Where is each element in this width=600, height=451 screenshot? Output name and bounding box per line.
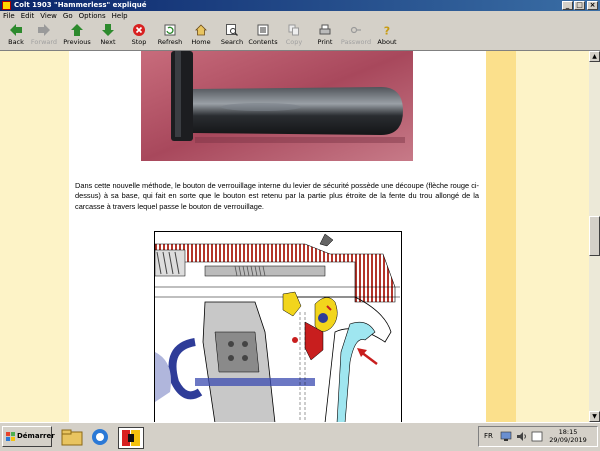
copy-icon bbox=[288, 24, 299, 36]
up-arrow-icon bbox=[71, 24, 83, 36]
home-icon bbox=[195, 24, 207, 36]
menu-file[interactable]: File bbox=[0, 11, 18, 22]
page-content: Dans cette nouvelle méthode, le bouton d… bbox=[69, 51, 486, 422]
pistol-cutaway-drawing bbox=[155, 233, 400, 422]
print-button[interactable]: Print bbox=[309, 24, 341, 50]
stop-icon bbox=[133, 24, 145, 36]
content-viewport: Dans cette nouvelle méthode, le bouton d… bbox=[0, 51, 589, 422]
down-arrow-icon bbox=[102, 24, 114, 36]
scroll-thumb[interactable] bbox=[589, 216, 600, 256]
pin-photo-image bbox=[141, 51, 413, 161]
action-center-icon[interactable] bbox=[531, 431, 543, 442]
file-explorer-icon[interactable] bbox=[60, 427, 84, 447]
menu-help[interactable]: Help bbox=[109, 11, 131, 22]
stop-button[interactable]: Stop bbox=[123, 24, 155, 50]
close-button[interactable]: × bbox=[587, 1, 598, 10]
back-arrow-icon bbox=[10, 24, 22, 36]
clock-date: 29/09/2019 bbox=[549, 436, 587, 444]
search-icon bbox=[226, 24, 238, 36]
pin-photo bbox=[141, 51, 413, 161]
maximize-button[interactable]: □ bbox=[574, 1, 585, 10]
browser-icon[interactable] bbox=[88, 427, 112, 447]
previous-button[interactable]: Previous bbox=[61, 24, 93, 50]
print-icon bbox=[319, 24, 331, 35]
page-right-band bbox=[486, 51, 516, 422]
password-button[interactable]: Password bbox=[340, 24, 372, 50]
refresh-button[interactable]: Refresh bbox=[154, 24, 186, 50]
menu-edit[interactable]: Edit bbox=[18, 11, 38, 22]
app-icon bbox=[2, 1, 11, 10]
svg-text:?: ? bbox=[384, 25, 390, 37]
explanation-paragraph: Dans cette nouvelle méthode, le bouton d… bbox=[75, 181, 479, 211]
mechanism-diagram bbox=[154, 231, 402, 422]
clock-time: 18:15 bbox=[558, 428, 578, 436]
scroll-up-button[interactable]: ▲ bbox=[589, 51, 600, 62]
about-icon: ? bbox=[384, 25, 390, 37]
about-button[interactable]: ? About bbox=[371, 24, 403, 50]
windows-logo-icon bbox=[6, 432, 15, 441]
refresh-icon bbox=[164, 24, 176, 36]
toolbar: Back Forward Previous Next Stop Refresh … bbox=[0, 22, 600, 51]
minimize-button[interactable]: _ bbox=[562, 1, 573, 10]
password-icon bbox=[350, 26, 361, 34]
vertical-scrollbar[interactable]: ▲ ▼ bbox=[589, 51, 600, 422]
search-button[interactable]: Search bbox=[216, 24, 248, 50]
network-icon[interactable] bbox=[500, 431, 512, 442]
page-left-background bbox=[0, 51, 69, 422]
scroll-down-button[interactable]: ▼ bbox=[589, 411, 600, 422]
page-right-background bbox=[516, 51, 589, 422]
clock[interactable]: 18:15 29/09/2019 bbox=[546, 428, 590, 444]
taskbar: Démarrer FR 18:15 29/09/2019 bbox=[0, 422, 600, 451]
volume-icon[interactable] bbox=[516, 431, 528, 442]
language-indicator[interactable]: FR bbox=[484, 432, 493, 440]
forward-arrow-icon bbox=[38, 24, 50, 36]
forward-button[interactable]: Forward bbox=[28, 24, 60, 50]
menu-view[interactable]: View bbox=[37, 11, 60, 22]
help-viewer-task-icon[interactable] bbox=[118, 427, 144, 449]
contents-button[interactable]: Contents bbox=[247, 24, 279, 50]
menu-bar: File Edit View Go Options Help bbox=[0, 11, 600, 22]
window-title: Colt 1903 "Hammerless" expliqué bbox=[14, 1, 147, 9]
contents-icon bbox=[257, 24, 269, 36]
start-button[interactable]: Démarrer bbox=[2, 426, 55, 447]
title-bar: Colt 1903 "Hammerless" expliqué _ □ × bbox=[0, 0, 600, 11]
copy-button[interactable]: Copy bbox=[278, 24, 310, 50]
menu-go[interactable]: Go bbox=[60, 11, 76, 22]
next-button[interactable]: Next bbox=[92, 24, 124, 50]
start-label: Démarrer bbox=[17, 432, 55, 440]
menu-options[interactable]: Options bbox=[76, 11, 109, 22]
home-button[interactable]: Home bbox=[185, 24, 217, 50]
